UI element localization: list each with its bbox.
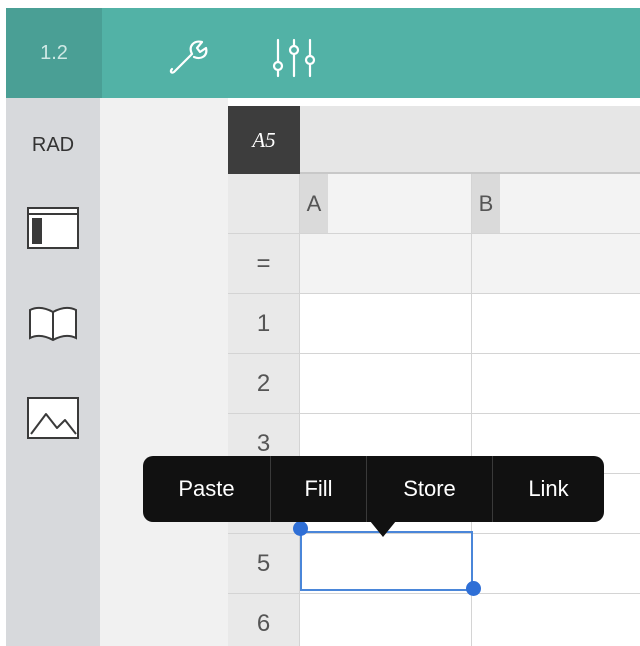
row-header[interactable]: 1 [228, 294, 300, 353]
row-header[interactable]: 6 [228, 594, 300, 646]
cell-b5[interactable] [472, 534, 640, 593]
corner-cell [228, 174, 300, 233]
table-row: 6 [228, 594, 640, 646]
context-menu: Paste Fill Store Link [143, 456, 604, 522]
table-row: 2 [228, 354, 640, 414]
formula-row: = [228, 234, 640, 294]
page-number[interactable]: 1.2 [6, 8, 102, 98]
image-icon[interactable] [26, 396, 80, 445]
angle-mode-label[interactable]: RAD [6, 134, 100, 157]
column-label-b: B [472, 174, 500, 233]
context-menu-pointer [370, 521, 396, 537]
table-row: 1 [228, 294, 640, 354]
top-toolbar: 1.2 [6, 8, 640, 98]
cell-a2[interactable] [300, 354, 472, 413]
column-label-a: A [300, 174, 328, 233]
row-header[interactable]: 5 [228, 534, 300, 593]
column-header-a[interactable]: A [300, 174, 472, 233]
selection-handle-start[interactable] [293, 521, 308, 536]
selection-handle-end[interactable] [466, 581, 481, 596]
column-header-b[interactable]: B [472, 174, 640, 233]
book-icon[interactable] [26, 304, 80, 349]
cell-reference: A5 [228, 106, 300, 174]
cell-b6[interactable] [472, 594, 640, 646]
layout-panel-icon[interactable] [26, 206, 80, 255]
store-menu-item[interactable]: Store [367, 456, 493, 522]
paste-menu-item[interactable]: Paste [143, 456, 271, 522]
formula-cell-a[interactable] [300, 234, 472, 293]
column-header-row: A B [228, 174, 640, 234]
cell-b1[interactable] [472, 294, 640, 353]
cell-a1[interactable] [300, 294, 472, 353]
row-header[interactable]: 2 [228, 354, 300, 413]
sliders-icon[interactable] [268, 36, 324, 80]
cell-reference-bar[interactable]: A5 [228, 106, 640, 174]
cell-a6[interactable] [300, 594, 472, 646]
left-rail: RAD [6, 98, 100, 646]
fill-menu-item[interactable]: Fill [271, 456, 367, 522]
wrench-icon[interactable] [166, 38, 214, 78]
cell-b2[interactable] [472, 354, 640, 413]
formula-row-label: = [228, 234, 300, 293]
selected-cell-outline[interactable] [300, 531, 473, 591]
link-menu-item[interactable]: Link [493, 456, 604, 522]
formula-cell-b[interactable] [472, 234, 640, 293]
sheet-gutter [100, 98, 228, 646]
